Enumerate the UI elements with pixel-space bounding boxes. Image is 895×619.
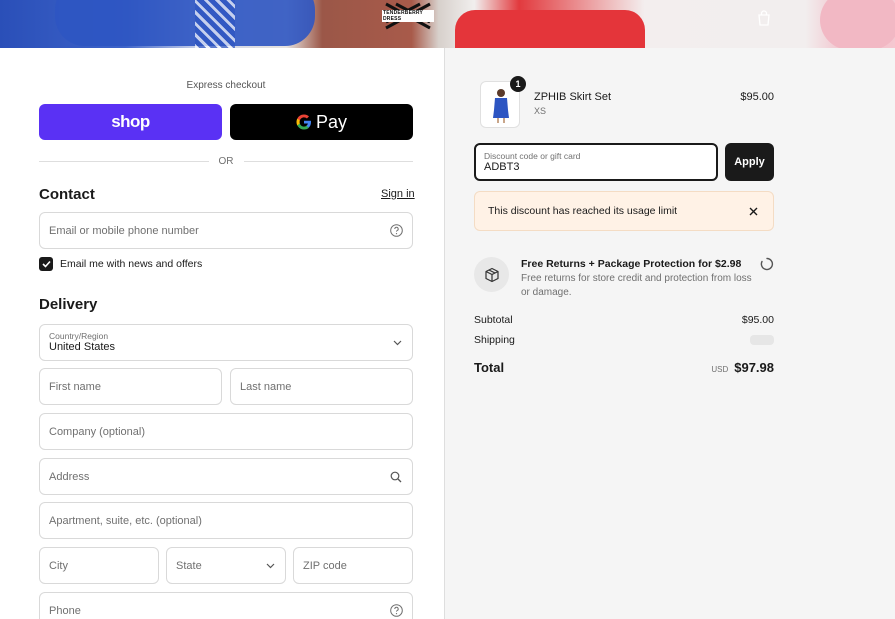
search-icon: [389, 470, 403, 484]
store-logo-text: TENDERBERRY DRESS: [382, 10, 434, 22]
shop-pay-label: shop: [111, 112, 150, 131]
alert-message: This discount has reached its usage limi…: [488, 205, 678, 217]
product-price: $95.00: [740, 91, 774, 103]
country-label: Country/Region: [49, 331, 109, 341]
order-summary-column: 1 ZPHIB Skirt Set XS $95.00 Discount cod…: [445, 48, 895, 619]
contact-heading: Contact: [39, 186, 95, 203]
checkout-form-column: Express checkout shop Pay OR Contact Sig…: [0, 48, 444, 619]
newsletter-option[interactable]: Email me with news and offers: [39, 257, 202, 271]
last-name-field[interactable]: Last name: [230, 368, 413, 405]
or-divider: OR: [39, 155, 413, 167]
company-field[interactable]: Company (optional): [39, 413, 413, 450]
banner-image-pink: [820, 0, 895, 48]
total-row: Total USD $97.98: [474, 360, 774, 375]
email-placeholder: Email or mobile phone number: [49, 224, 199, 237]
subtotal-label: Subtotal: [474, 314, 513, 326]
help-icon[interactable]: [389, 604, 403, 618]
city-field[interactable]: City: [39, 547, 159, 584]
loading-spinner-icon: [760, 257, 774, 271]
close-icon[interactable]: [746, 204, 760, 218]
express-checkout-title: Express checkout: [186, 80, 266, 91]
or-label: OR: [218, 155, 234, 167]
discount-value: ADBT3: [484, 161, 520, 173]
banner-image-red: [455, 10, 645, 48]
google-g-icon: [296, 114, 311, 130]
zip-code-field[interactable]: ZIP code: [293, 547, 413, 584]
chevron-down-icon: [393, 340, 402, 345]
phone-placeholder: Phone: [49, 604, 81, 617]
protection-title: Free Returns + Package Protection for $2…: [521, 258, 742, 270]
google-pay-label: Pay: [315, 111, 348, 132]
zip-code-placeholder: ZIP code: [303, 559, 347, 572]
checkmark-icon: [41, 260, 51, 268]
last-name-placeholder: Last name: [240, 380, 292, 393]
delivery-heading: Delivery: [39, 296, 98, 313]
apartment-field[interactable]: Apartment, suite, etc. (optional): [39, 502, 413, 539]
company-placeholder: Company (optional): [49, 425, 145, 438]
shipping-row: Shipping: [474, 334, 774, 346]
banner-image-pattern: [195, 0, 235, 48]
subtotal-value: $95.00: [741, 314, 774, 326]
package-icon: [474, 257, 509, 292]
address-field[interactable]: Address: [39, 458, 413, 495]
divider-line: [39, 160, 209, 162]
first-name-placeholder: First name: [49, 380, 101, 393]
banner-image-blue: [55, 0, 315, 46]
discount-error-alert: This discount has reached its usage limi…: [474, 191, 774, 231]
shopping-bag-icon[interactable]: [757, 10, 771, 26]
total-amount: USD $97.98: [711, 360, 774, 375]
subtotal-row: Subtotal $95.00: [474, 314, 774, 326]
apartment-placeholder: Apartment, suite, etc. (optional): [49, 514, 202, 527]
country-select[interactable]: Country/Region United States: [39, 324, 413, 361]
total-currency: USD: [711, 365, 729, 374]
product-image: [493, 89, 509, 123]
total-label: Total: [474, 360, 505, 375]
address-placeholder: Address: [49, 470, 90, 483]
help-icon[interactable]: [389, 224, 403, 238]
city-placeholder: City: [49, 559, 68, 572]
discount-code-field[interactable]: Discount code or gift card ADBT3: [474, 143, 718, 181]
quantity-badge: 1: [510, 76, 526, 92]
shipping-value-loading: [750, 335, 774, 345]
discount-label: Discount code or gift card: [484, 151, 581, 161]
newsletter-checkbox[interactable]: [39, 257, 53, 271]
divider-line: [243, 160, 413, 162]
google-pay-button[interactable]: Pay: [230, 104, 413, 140]
store-logo[interactable]: TENDERBERRY DRESS: [382, 2, 434, 30]
product-name: ZPHIB Skirt Set: [534, 91, 612, 103]
country-value: United States: [49, 341, 116, 353]
state-placeholder: State: [176, 559, 202, 572]
email-field[interactable]: Email or mobile phone number: [39, 212, 413, 249]
shipping-label: Shipping: [474, 334, 515, 346]
total-value: $97.98: [734, 360, 774, 375]
apply-discount-button[interactable]: Apply: [725, 143, 774, 181]
phone-field[interactable]: Phone: [39, 592, 413, 619]
sign-in-link[interactable]: Sign in: [381, 188, 415, 200]
state-select[interactable]: State: [166, 547, 286, 584]
shop-pay-button[interactable]: shop: [39, 104, 222, 140]
newsletter-label: Email me with news and offers: [60, 258, 203, 270]
chevron-down-icon: [266, 563, 275, 568]
protection-description: Free returns for store credit and protec…: [521, 273, 752, 298]
header-banner: TENDERBERRY DRESS: [0, 0, 895, 48]
product-variant: XS: [534, 106, 547, 116]
first-name-field[interactable]: First name: [39, 368, 222, 405]
